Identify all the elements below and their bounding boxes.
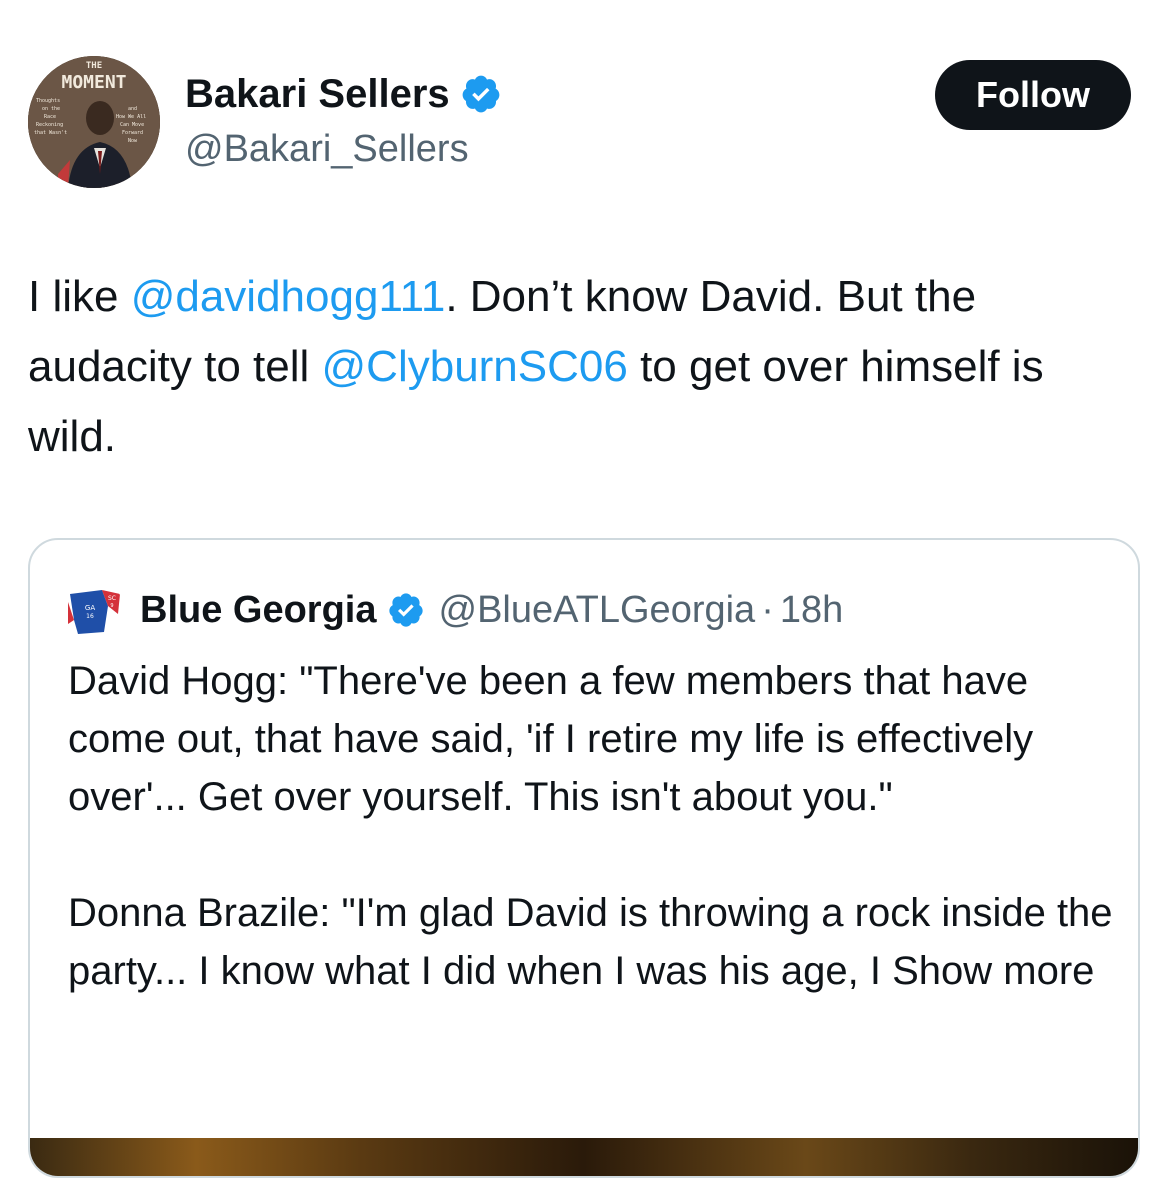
tweet-text-segment: I like — [28, 272, 131, 321]
author-name-row: Bakari Sellers — [185, 70, 502, 118]
svg-text:Forward: Forward — [122, 130, 143, 136]
verified-badge-icon[interactable] — [460, 73, 502, 115]
quoted-tweet-card[interactable]: GA 16 SC 9 Blue Georgia @BlueATLGeorgia … — [28, 538, 1140, 1178]
svg-text:that Wasn't: that Wasn't — [34, 130, 67, 136]
quoted-author-handle[interactable]: @BlueATLGeorgia — [439, 589, 756, 632]
author-name[interactable]: Bakari Sellers — [185, 70, 450, 118]
follow-button[interactable]: Follow — [935, 60, 1131, 130]
avatar-book-title: MOMENT — [61, 72, 126, 93]
quoted-paragraph: David Hogg: "There've been a few members… — [68, 659, 1034, 819]
quoted-paragraph: Donna Brazile: "I'm glad David is throwi… — [68, 891, 1113, 993]
mention-link[interactable]: @davidhogg111 — [131, 272, 446, 321]
author-handle[interactable]: @Bakari_Sellers — [185, 126, 469, 172]
avatar-ga-number: 16 — [86, 613, 94, 620]
avatar-ga-label: GA — [85, 604, 95, 612]
quoted-tweet-text: David Hogg: "There've been a few members… — [68, 652, 1118, 1000]
quoted-tweet-media[interactable] — [30, 1138, 1138, 1176]
avatar-sc-label: SC — [108, 595, 116, 602]
quoted-tweet-header: GA 16 SC 9 Blue Georgia @BlueATLGeorgia … — [64, 580, 843, 640]
tweet-text: I like @davidhogg111. Don’t know David. … — [28, 262, 1138, 472]
svg-text:Reckoning: Reckoning — [36, 122, 63, 128]
svg-text:Can Move: Can Move — [120, 122, 144, 128]
svg-text:and: and — [128, 106, 137, 112]
svg-text:on the: on the — [42, 106, 60, 112]
svg-text:How We All: How We All — [116, 114, 146, 120]
quoted-author-name[interactable]: Blue Georgia — [140, 589, 377, 632]
svg-text:Now: Now — [128, 138, 138, 144]
avatar-book-text: THE — [86, 61, 102, 71]
svg-text:Thoughts: Thoughts — [36, 98, 60, 104]
avatar-sc-number: 9 — [110, 603, 113, 609]
quoted-author-avatar[interactable]: GA 16 SC 9 — [64, 580, 124, 640]
author-avatar[interactable]: THE MOMENT Thoughts on the Race Reckonin… — [28, 56, 160, 188]
tweet-header: THE MOMENT Thoughts on the Race Reckonin… — [28, 56, 1131, 188]
quoted-tweet-timestamp[interactable]: 18h — [780, 589, 843, 632]
verified-badge-icon[interactable] — [387, 591, 425, 629]
separator-dot: · — [761, 588, 774, 631]
mention-link[interactable]: @ClyburnSC06 — [322, 342, 628, 391]
svg-text:Race: Race — [44, 114, 56, 120]
